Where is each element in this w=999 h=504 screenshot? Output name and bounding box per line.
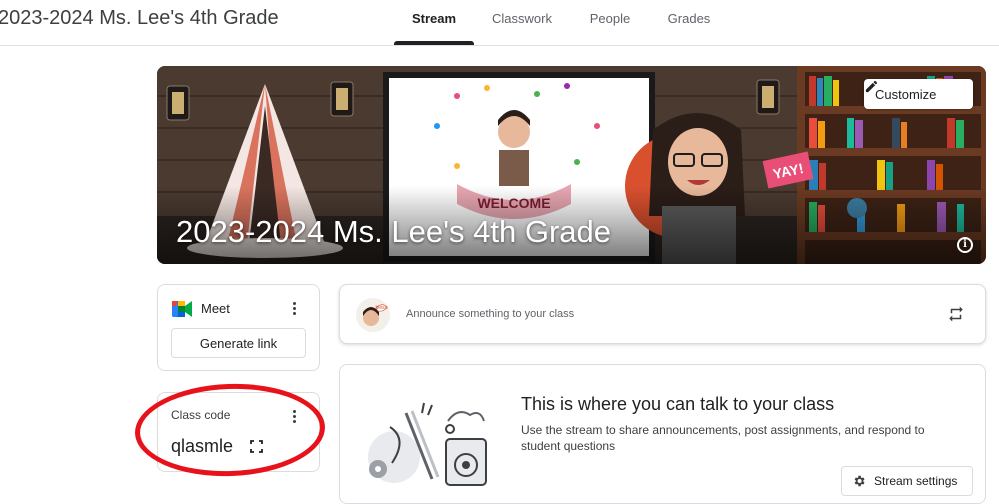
tab-people[interactable]: People — [583, 11, 637, 26]
tab-grades[interactable]: Grades — [660, 11, 718, 26]
meet-label: Meet — [201, 301, 230, 316]
user-avatar: bless! — [356, 298, 390, 332]
top-bar: 2023-2024 Ms. Lee's 4th Grade Stream Cla… — [0, 0, 999, 46]
google-meet-icon — [172, 301, 192, 317]
stream-intro-heading: This is where you can talk to your class — [521, 394, 835, 414]
announce-placeholder: Announce something to your class — [406, 308, 575, 320]
svg-text:bless!: bless! — [375, 305, 388, 311]
stream-illustration — [368, 402, 487, 486]
class-title: 2023-2024 Ms. Lee's 4th Grade — [0, 7, 279, 29]
class-banner: WELCOME YAY! 2023-2024 Ms. Lee's 4th Gra… — [157, 66, 986, 264]
tab-classwork[interactable]: Classwork — [486, 11, 558, 26]
meet-more-icon[interactable] — [293, 302, 297, 315]
info-icon[interactable]: i — [957, 237, 973, 253]
pencil-icon — [865, 80, 878, 93]
customize-button[interactable]: Customize — [864, 79, 973, 109]
class-code-label: Class code — [171, 408, 231, 422]
tab-stream[interactable]: Stream — [400, 11, 468, 26]
stream-intro-card: This is where you can talk to your class… — [339, 364, 986, 504]
meet-card: Meet Generate link — [157, 284, 320, 371]
gear-icon — [854, 475, 865, 487]
generate-link-button[interactable]: Generate link — [171, 328, 306, 358]
fullscreen-icon[interactable] — [250, 440, 263, 453]
bitmoji-avatar-icon: bless! — [356, 298, 390, 332]
announce-card[interactable]: bless! Announce something to your class — [339, 284, 986, 344]
stream-intro-description: Use the stream to share announcements, p… — [521, 423, 925, 453]
class-code-card: Class code qlasmle — [157, 392, 320, 472]
repost-icon[interactable] — [947, 305, 965, 323]
stream-settings-label: Stream settings — [874, 474, 958, 488]
banner-class-title: 2023-2024 Ms. Lee's 4th Grade — [176, 214, 612, 249]
class-code-more-icon[interactable] — [293, 410, 297, 423]
active-tab-indicator — [394, 41, 474, 45]
stream-settings-button[interactable]: Stream settings — [841, 466, 973, 496]
customize-label: Customize — [875, 86, 937, 102]
class-code-value: qlasmle — [171, 436, 234, 456]
